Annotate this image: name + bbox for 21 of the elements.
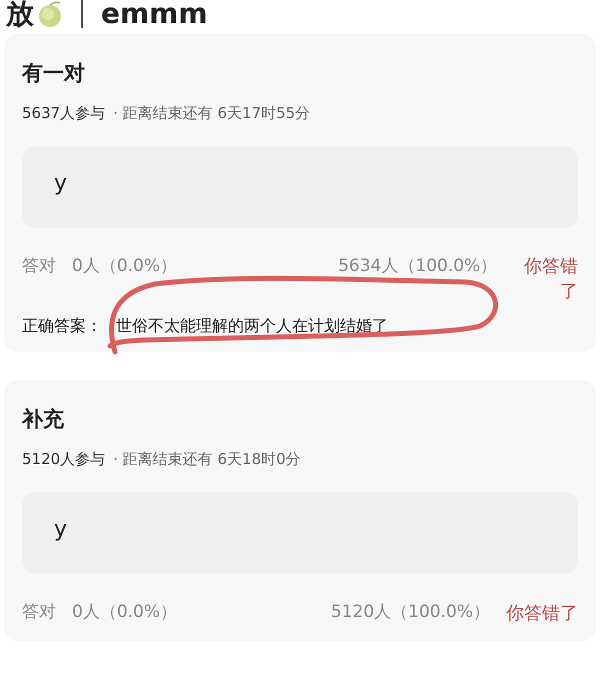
title-prefix: 放: [6, 0, 34, 32]
melon-icon: [37, 0, 63, 28]
result-text: 你答错了: [523, 255, 578, 304]
wrong-count: 5120人（100.0%）: [330, 601, 490, 624]
answer-option: y: [22, 492, 578, 574]
correct-answer: 世俗不太能理解的两个人在计划结婚了: [116, 315, 388, 338]
correct-count: 0人（0.0%）: [72, 601, 178, 624]
question-title: 补充: [22, 406, 65, 434]
answer-label: 正确答案：: [22, 315, 102, 338]
participant-count: 5637人参与: [22, 102, 106, 124]
result-text: 你答错了: [506, 602, 578, 626]
wrong-count: 5634人（100.0%）: [338, 255, 498, 278]
answer-option: y: [22, 146, 578, 228]
correct-label: 答对: [22, 255, 56, 278]
participant-count: 5120人参与: [22, 448, 106, 470]
correct-label: 答对: [22, 601, 56, 624]
page-title: emmm: [101, 0, 208, 32]
deadline-text: · 距离结束还有 6天18时0分: [113, 448, 301, 470]
correct-count: 0人（0.0%）: [72, 255, 178, 278]
question-title: 有一对: [22, 60, 86, 87]
deadline-text: · 距离结束还有 6天17时55分: [113, 102, 310, 124]
